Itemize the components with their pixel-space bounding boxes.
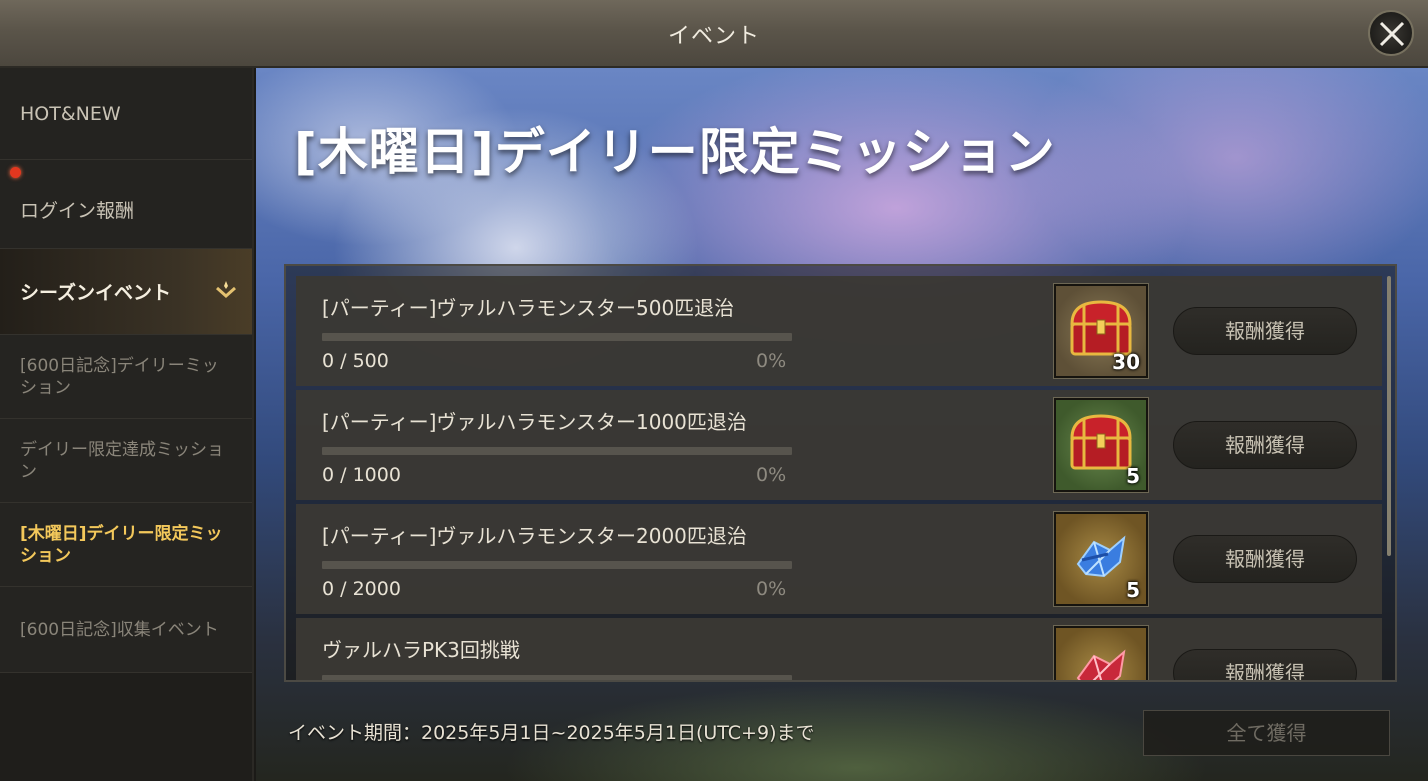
claim-reward-button[interactable]: 報酬獲得 bbox=[1173, 535, 1357, 583]
close-icon bbox=[1379, 21, 1405, 47]
reward-quantity: 5 bbox=[1126, 464, 1140, 488]
sidebar-item-600day-collection[interactable]: [600日記念]収集イベント bbox=[0, 587, 252, 673]
mission-title: ヴァルハラPK3回挑戦 bbox=[322, 638, 520, 662]
reward-quantity: 30 bbox=[1112, 350, 1140, 374]
sidebar-item-label: [600日記念]収集イベント bbox=[20, 619, 219, 640]
reward-item[interactable]: 5 bbox=[1053, 511, 1149, 607]
sidebar-item-label: デイリー限定達成ミッション bbox=[20, 439, 224, 482]
mission-list[interactable]: [パーティー]ヴァルハラモンスター500匹退治 0 / 500 0% 30 報酬… bbox=[284, 264, 1397, 682]
event-main: [木曜日]デイリー限定ミッション [パーティー]ヴァルハラモンスター500匹退治… bbox=[256, 68, 1428, 781]
reward-item[interactable] bbox=[1053, 625, 1149, 680]
progress-percent: 0% bbox=[756, 350, 787, 372]
mission-row: ヴァルハラPK3回挑戦 報酬獲得 bbox=[296, 618, 1382, 680]
sidebar-item-label: ログイン報酬 bbox=[20, 199, 135, 222]
sidebar-item-login-reward[interactable]: ログイン報酬 bbox=[0, 160, 252, 249]
claim-reward-button[interactable]: 報酬獲得 bbox=[1173, 421, 1357, 469]
sidebar-item-season-event[interactable]: シーズンイベント bbox=[0, 249, 252, 335]
claim-reward-button[interactable]: 報酬獲得 bbox=[1173, 307, 1357, 355]
sidebar-item-label: [600日記念]デイリーミッション bbox=[20, 355, 219, 398]
progress-bar bbox=[322, 333, 792, 341]
sidebar-item-hot-new[interactable]: HOT&NEW bbox=[0, 68, 252, 160]
title-bar: イベント bbox=[0, 0, 1428, 68]
mission-title: [パーティー]ヴァルハラモンスター500匹退治 bbox=[322, 296, 735, 320]
reward-item[interactable]: 30 bbox=[1053, 283, 1149, 379]
sidebar-item-daily-achievement[interactable]: デイリー限定達成ミッション bbox=[0, 419, 252, 503]
sidebar-item-label: シーズンイベント bbox=[20, 282, 172, 304]
sidebar-item-600day-daily[interactable]: [600日記念]デイリーミッション bbox=[0, 335, 252, 419]
event-sidebar: HOT&NEW ログイン報酬 シーズンイベント [600日記念]デイリーミッショ… bbox=[0, 68, 254, 781]
progress-count: 0 / 500 bbox=[322, 350, 389, 372]
scrollbar[interactable] bbox=[1387, 276, 1391, 556]
mission-row: [パーティー]ヴァルハラモンスター2000匹退治 0 / 2000 0% 5 報… bbox=[296, 504, 1382, 614]
progress-percent: 0% bbox=[756, 578, 787, 600]
progress-count: 0 / 1000 bbox=[322, 464, 401, 486]
claim-reward-button[interactable]: 報酬獲得 bbox=[1173, 649, 1357, 680]
red-crystal-icon bbox=[1076, 649, 1126, 680]
progress-bar bbox=[322, 675, 792, 680]
progress-percent: 0% bbox=[756, 464, 787, 486]
mission-row: [パーティー]ヴァルハラモンスター1000匹退治 0 / 1000 0% 5 報… bbox=[296, 390, 1382, 500]
event-period: イベント期間：2025年5月1日~2025年5月1日(UTC+9)まで bbox=[288, 722, 815, 744]
chevron-down-icon bbox=[216, 281, 236, 299]
notification-dot bbox=[10, 167, 21, 178]
reward-item[interactable]: 5 bbox=[1053, 397, 1149, 493]
sidebar-item-label: [木曜日]デイリー限定ミッション bbox=[20, 523, 223, 566]
window-title: イベント bbox=[667, 24, 760, 49]
sidebar-item-label: HOT&NEW bbox=[20, 102, 121, 125]
progress-bar bbox=[322, 447, 792, 455]
mission-title: [パーティー]ヴァルハラモンスター2000匹退治 bbox=[322, 524, 747, 548]
sidebar-item-thursday-daily[interactable]: [木曜日]デイリー限定ミッション bbox=[0, 503, 252, 587]
reward-quantity: 5 bbox=[1126, 578, 1140, 602]
page-title: [木曜日]デイリー限定ミッション bbox=[294, 123, 1056, 181]
close-button[interactable] bbox=[1368, 10, 1414, 56]
mission-title: [パーティー]ヴァルハラモンスター1000匹退治 bbox=[322, 410, 747, 434]
progress-bar bbox=[322, 561, 792, 569]
mission-row: [パーティー]ヴァルハラモンスター500匹退治 0 / 500 0% 30 報酬… bbox=[296, 276, 1382, 386]
progress-count: 0 / 2000 bbox=[322, 578, 401, 600]
collect-all-button[interactable]: 全て獲得 bbox=[1143, 710, 1390, 756]
